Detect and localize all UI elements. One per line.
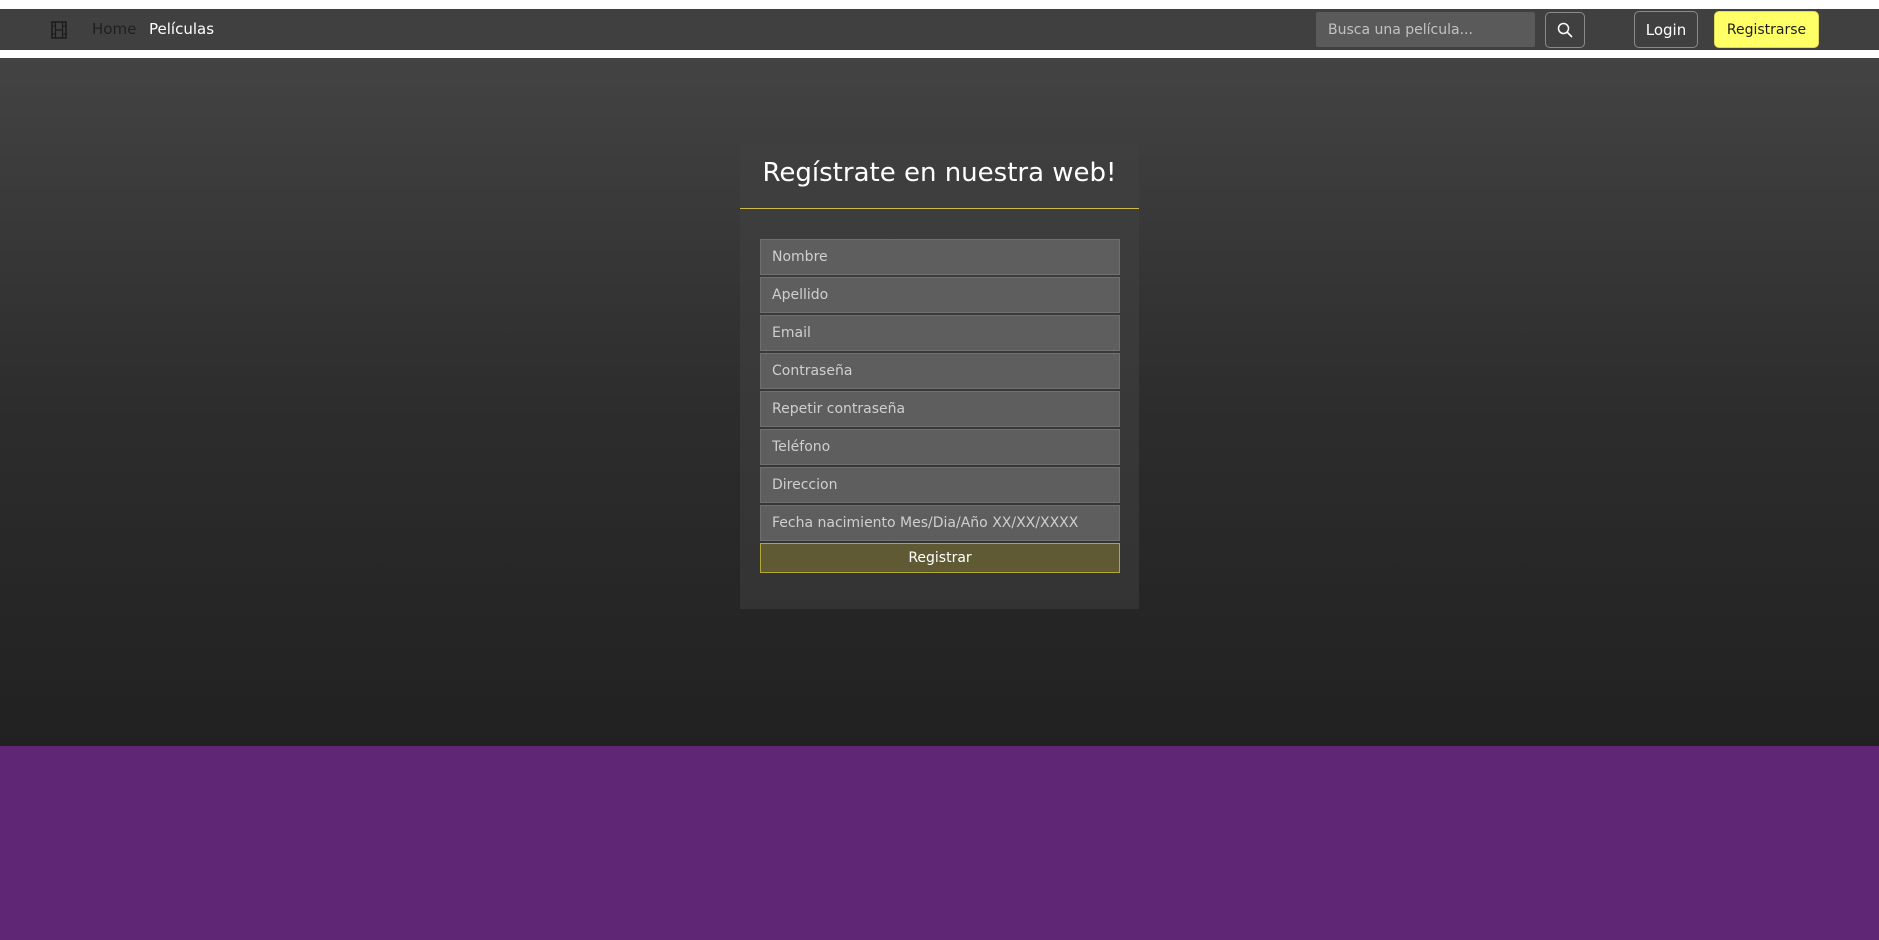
- registrar-submit-button[interactable]: Registrar: [760, 543, 1120, 573]
- nav-link-home[interactable]: Home: [92, 20, 136, 38]
- search-button[interactable]: [1545, 12, 1585, 48]
- email-field[interactable]: [760, 315, 1120, 351]
- telefono-field[interactable]: [760, 429, 1120, 465]
- fecha-nacimiento-field[interactable]: [760, 505, 1120, 541]
- register-form: Registrar: [760, 239, 1120, 573]
- register-nav-button[interactable]: Registrarse: [1714, 11, 1819, 48]
- main-section: Regístrate en nuestra web! Registrar: [0, 58, 1879, 746]
- title-divider: [740, 208, 1139, 209]
- login-button[interactable]: Login: [1634, 11, 1698, 48]
- search-input[interactable]: [1316, 12, 1535, 47]
- repeat-password-field[interactable]: [760, 391, 1120, 427]
- password-field[interactable]: [760, 353, 1120, 389]
- form-title: Regístrate en nuestra web!: [762, 158, 1117, 188]
- footer: [0, 746, 1879, 940]
- nav-link-peliculas[interactable]: Películas: [149, 20, 214, 38]
- apellido-field[interactable]: [760, 277, 1120, 313]
- page: Home Películas Login Registrarse Regístr…: [0, 0, 1879, 940]
- register-form-card: Regístrate en nuestra web! Registrar: [740, 143, 1139, 609]
- direccion-field[interactable]: [760, 467, 1120, 503]
- navbar: Home Películas Login Registrarse: [0, 9, 1879, 50]
- film-icon[interactable]: [51, 21, 67, 39]
- nombre-field[interactable]: [760, 239, 1120, 275]
- film-icon-svg: [51, 21, 67, 39]
- search-icon: [1557, 22, 1573, 38]
